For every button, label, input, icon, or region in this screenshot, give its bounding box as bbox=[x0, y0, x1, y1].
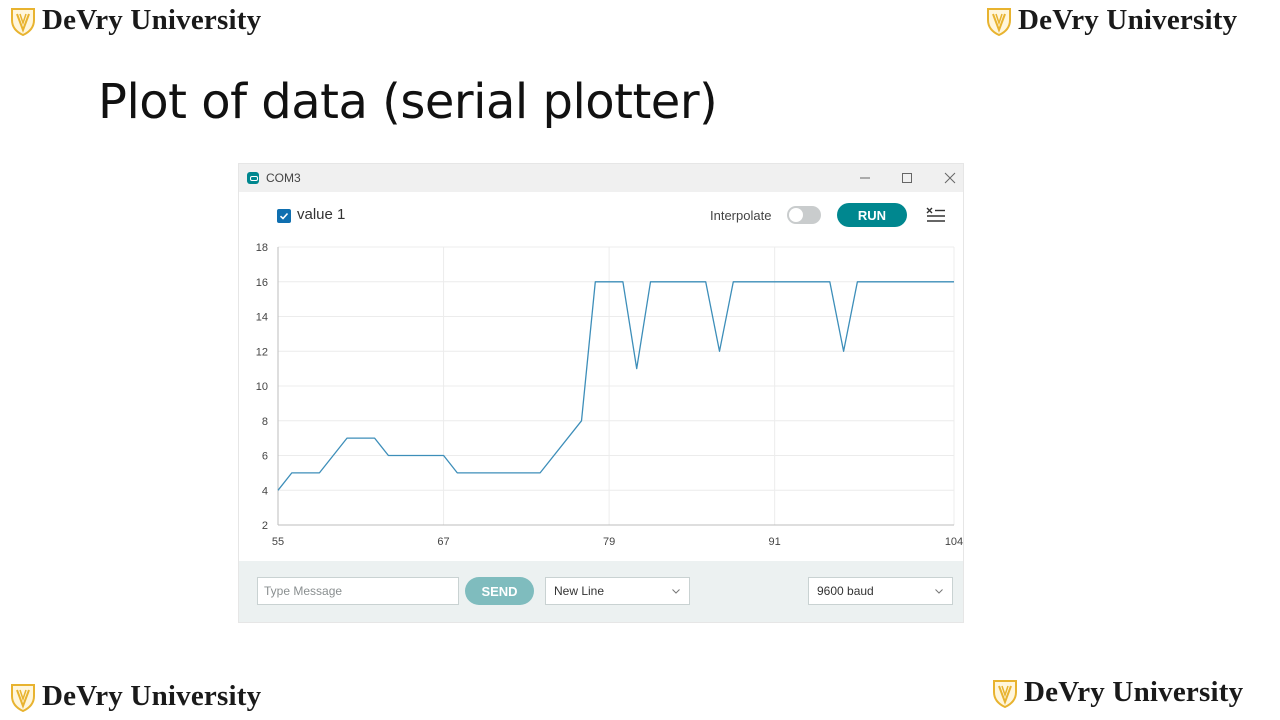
y-tick-label: 4 bbox=[262, 485, 268, 497]
window-title: COM3 bbox=[266, 171, 301, 185]
close-icon[interactable] bbox=[940, 168, 960, 188]
checkmark-icon bbox=[279, 212, 289, 220]
y-tick-label: 6 bbox=[262, 451, 268, 463]
maximize-icon[interactable] bbox=[897, 168, 917, 188]
brand-logo-top-left: DeVry University bbox=[10, 4, 261, 37]
series-label[interactable]: value 1 bbox=[297, 206, 345, 223]
clear-list-icon[interactable] bbox=[925, 206, 947, 226]
brand-logo-top-right: DeVry University bbox=[986, 4, 1237, 37]
toggle-knob bbox=[789, 208, 803, 222]
y-tick-label: 2 bbox=[262, 520, 268, 532]
arduino-app-icon bbox=[247, 172, 259, 184]
y-tick-label: 8 bbox=[262, 416, 268, 428]
line-ending-select[interactable]: New Line bbox=[545, 577, 690, 605]
y-tick-label: 12 bbox=[256, 346, 268, 358]
brand-text: DeVry University bbox=[1024, 676, 1244, 708]
chevron-down-icon bbox=[672, 589, 680, 594]
x-tick-label: 91 bbox=[769, 536, 781, 548]
interpolate-toggle[interactable] bbox=[787, 206, 821, 224]
slide-title: Plot of data (serial plotter) bbox=[98, 74, 718, 130]
line-ending-value: New Line bbox=[554, 584, 605, 598]
y-tick-label: 10 bbox=[256, 381, 268, 393]
chevron-down-icon bbox=[935, 589, 943, 594]
brand-logo-bottom-right: DeVry University bbox=[992, 676, 1243, 709]
send-button[interactable]: SEND bbox=[465, 577, 534, 605]
series-checkbox[interactable] bbox=[277, 209, 291, 223]
brand-text: DeVry University bbox=[1018, 4, 1238, 36]
devry-shield-icon bbox=[11, 683, 35, 712]
x-tick-label: 55 bbox=[272, 536, 284, 548]
brand-logo-bottom-left: DeVry University bbox=[10, 680, 261, 713]
brand-text: DeVry University bbox=[42, 4, 262, 36]
devry-shield-icon bbox=[11, 7, 35, 36]
y-tick-label: 16 bbox=[256, 277, 268, 289]
window-titlebar[interactable]: COM3 bbox=[239, 164, 963, 192]
plotter-toolbar: value 1 Interpolate RUN bbox=[239, 192, 963, 238]
x-tick-label: 79 bbox=[603, 536, 615, 548]
y-tick-label: 14 bbox=[256, 312, 268, 324]
devry-shield-icon bbox=[993, 679, 1017, 708]
x-tick-label: 67 bbox=[437, 536, 449, 548]
baud-rate-select[interactable]: 9600 baud bbox=[808, 577, 953, 605]
message-input[interactable] bbox=[257, 577, 459, 605]
baud-rate-value: 9600 baud bbox=[817, 584, 874, 598]
line-chart: 2 4 6 8 10 12 14 16 18 55 67 79 91 104 bbox=[256, 242, 963, 548]
x-tick-label: 104 bbox=[945, 536, 963, 548]
brand-text: DeVry University bbox=[42, 680, 262, 712]
interpolate-label: Interpolate bbox=[710, 208, 772, 223]
run-button[interactable]: RUN bbox=[837, 203, 907, 227]
serial-footer: SEND New Line 9600 baud bbox=[239, 561, 963, 622]
y-tick-label: 18 bbox=[256, 242, 268, 254]
devry-shield-icon bbox=[987, 7, 1011, 36]
serial-plotter-window: COM3 value 1 Interpolate RUN 2 4 6 8 10 … bbox=[239, 164, 963, 622]
minimize-icon[interactable] bbox=[855, 168, 875, 188]
